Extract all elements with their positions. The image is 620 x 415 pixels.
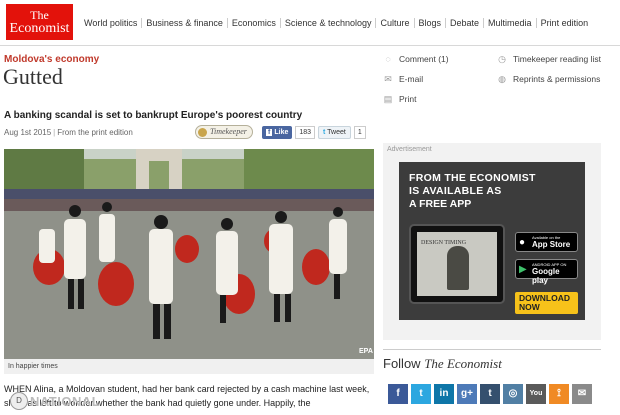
print-label: Print xyxy=(399,94,417,104)
comment-link[interactable]: ◌ Comment (1) xyxy=(383,54,449,64)
ad-headline: FROM THE ECONOMIST IS AVAILABLE AS xyxy=(409,172,536,198)
article-standfirst: A banking scandal is set to bankrupt Eur… xyxy=(4,110,303,121)
tablet-screen: DESIGN TIMING xyxy=(417,232,497,296)
printer-icon: ▤ xyxy=(383,94,393,104)
facebook-like-label: Like xyxy=(274,128,289,136)
follow-prefix: Follow xyxy=(383,356,425,371)
tweet-widget: t Tweet 1 xyxy=(318,125,366,139)
timekeeper-button[interactable]: Timekeeper xyxy=(195,125,253,139)
timekeeper-icon xyxy=(198,128,207,137)
tweet-button[interactable]: t Tweet xyxy=(318,125,351,139)
article-date: Aug 1st 2015 xyxy=(4,128,52,137)
google-play-big-text: Google play xyxy=(532,267,560,285)
email-icon[interactable]: ✉ xyxy=(572,384,592,404)
ad-line-2: IS AVAILABLE AS xyxy=(409,185,502,197)
comment-label: Comment (1) xyxy=(399,54,449,64)
twitter-icon[interactable]: t xyxy=(411,384,431,404)
top-navigation: The Economist World politics Business & … xyxy=(0,0,620,46)
linkedin-icon[interactable]: in xyxy=(434,384,454,404)
follow-heading: Follow The Economist xyxy=(383,349,601,372)
apple-icon: ● xyxy=(519,237,526,248)
reprints-label: Reprints & permissions xyxy=(513,74,601,84)
photo-credit: EPA xyxy=(359,348,373,355)
watermark-icon: D xyxy=(10,392,28,410)
ad-line-3: A FREE APP xyxy=(409,198,472,210)
reprints-permissions-link[interactable]: ◍ Reprints & permissions xyxy=(497,74,600,84)
timekeeper-list-label: Timekeeper reading list xyxy=(513,54,602,64)
follow-brand: The Economist xyxy=(424,356,502,371)
nav-business-finance[interactable]: Business & finance xyxy=(142,18,228,28)
article-meta: Aug 1st 2015 | From the print edition xyxy=(4,128,133,137)
nav-culture[interactable]: Culture xyxy=(376,18,415,28)
google-play-badge[interactable]: ▶ ANDROID APP ON Google play xyxy=(515,259,578,285)
article-source[interactable]: From the print edition xyxy=(57,128,133,137)
tweet-label: Tweet xyxy=(327,128,346,136)
email-link[interactable]: ✉ E-mail xyxy=(383,74,423,84)
download-now-button[interactable]: DOWNLOAD NOW xyxy=(515,292,578,314)
nav-multimedia[interactable]: Multimedia xyxy=(484,18,537,28)
timekeeper-label: Timekeeper xyxy=(210,127,247,136)
ad-line-1: FROM THE ECONOMIST xyxy=(409,172,536,184)
facebook-like-button[interactable]: f Like xyxy=(262,125,293,139)
print-link[interactable]: ▤ Print xyxy=(383,94,417,104)
article-headline: Gutted xyxy=(3,64,63,89)
play-icon: ▶ xyxy=(519,264,527,275)
facebook-like-widget: f Like 183 xyxy=(262,125,316,139)
timekeeper-reading-list-link[interactable]: ◷ Timekeeper reading list xyxy=(497,54,601,64)
nav-world-politics[interactable]: World politics xyxy=(80,18,143,28)
app-advertisement[interactable]: FROM THE ECONOMIST IS AVAILABLE AS A FRE… xyxy=(399,162,585,320)
watermark-logo: D NATIONAL xyxy=(10,392,100,410)
instagram-icon[interactable]: ◎ xyxy=(503,384,523,404)
email-label: E-mail xyxy=(399,74,424,84)
main-nav: World politics Business & finance Econom… xyxy=(80,18,592,28)
advertisement-label: Advertisement xyxy=(387,146,432,153)
folk-dance-illustration: EPA xyxy=(4,149,374,359)
envelope-icon: ✉ xyxy=(384,74,392,84)
app-store-badge[interactable]: ● Available on the App Store xyxy=(515,232,578,252)
nav-economics[interactable]: Economics xyxy=(228,18,281,28)
app-store-big-text: App Store xyxy=(532,240,571,249)
tumblr-icon[interactable]: t xyxy=(480,384,500,404)
youtube-icon[interactable]: You xyxy=(526,384,546,404)
facebook-icon: f xyxy=(266,128,273,136)
globe-icon: ◍ xyxy=(498,74,506,84)
facebook-like-count: 183 xyxy=(295,125,316,139)
tablet-figure xyxy=(447,246,469,290)
advertisement-box: Advertisement FROM THE ECONOMIST IS AVAI… xyxy=(383,143,601,340)
logo-line-2: Economist xyxy=(9,21,70,36)
nav-blogs[interactable]: Blogs xyxy=(415,18,447,28)
tweet-count: 1 xyxy=(353,125,366,139)
nav-debate[interactable]: Debate xyxy=(446,18,485,28)
rss-icon[interactable]: ⟟ xyxy=(549,384,569,404)
speech-bubble-icon: ◌ xyxy=(385,54,391,64)
clock-icon: ◷ xyxy=(498,54,506,64)
tablet-image: DESIGN TIMING xyxy=(409,224,505,304)
economist-logo[interactable]: The Economist xyxy=(6,4,73,40)
article-photo: EPA xyxy=(4,149,374,359)
nav-print-edition[interactable]: Print edition xyxy=(537,18,593,28)
nav-science-technology[interactable]: Science & technology xyxy=(281,18,377,28)
twitter-bird-icon: t xyxy=(323,128,326,136)
photo-caption: In happier times xyxy=(4,359,374,374)
google-plus-icon[interactable]: g+ xyxy=(457,384,477,404)
social-icons: f t in g+ t ◎ You ⟟ ✉ xyxy=(388,384,595,404)
watermark-text: NATIONAL xyxy=(30,393,101,409)
facebook-icon[interactable]: f xyxy=(388,384,408,404)
